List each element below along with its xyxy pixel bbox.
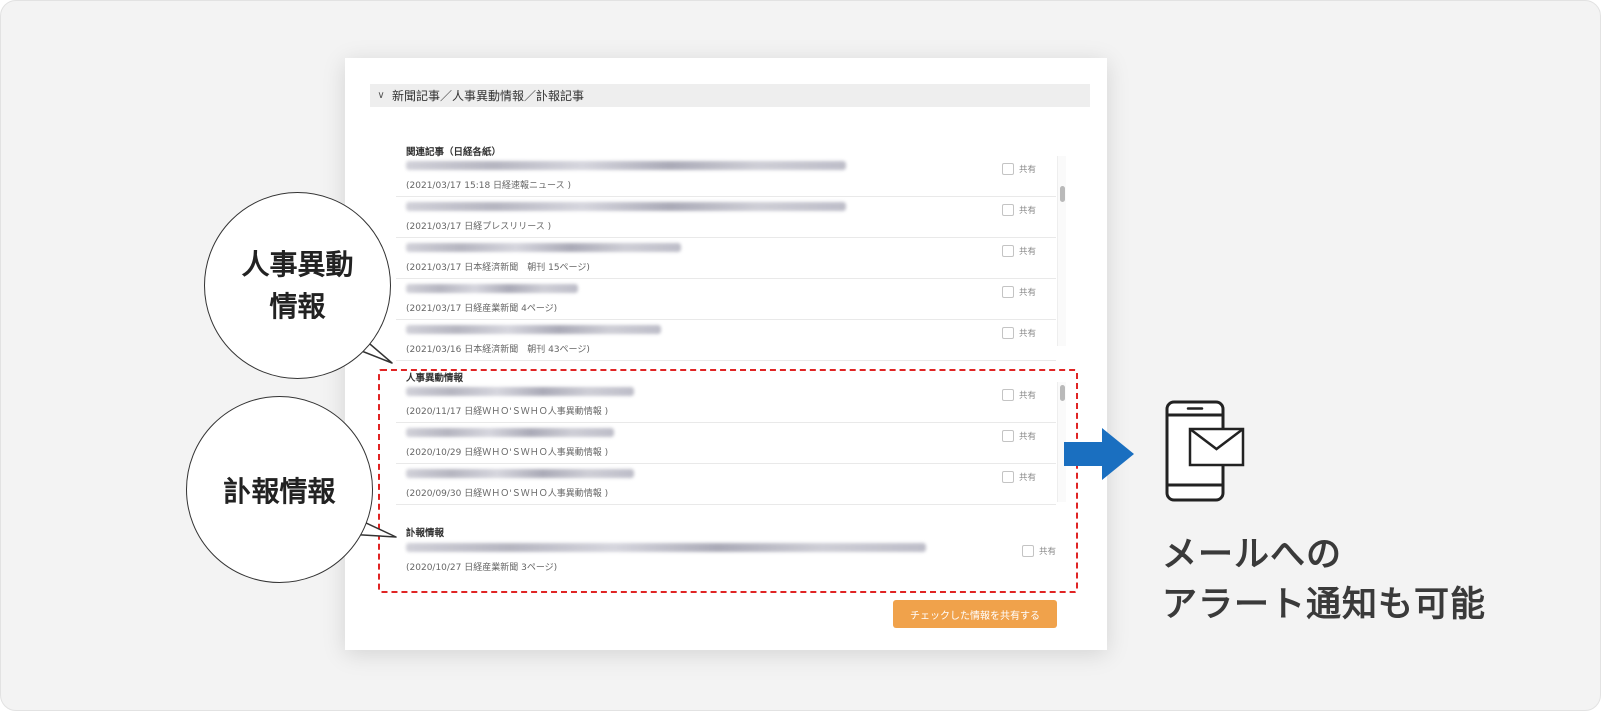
section-title: 新聞記事／人事異動情報／訃報記事 (392, 89, 585, 103)
bubble-personnel-line1: 人事異動 (241, 247, 354, 281)
notice-text: メールへの アラート通知も可能 (1162, 530, 1486, 630)
blurred-article-title[interactable] (406, 202, 846, 211)
notice-line1: メールへの (1162, 535, 1343, 575)
list-item[interactable]: (2021/03/16 日本経済新聞 朝刊 43ページ) 共有 (396, 320, 1056, 361)
list-item[interactable]: (2021/03/17 日本経済新聞 朝刊 15ページ) 共有 (396, 238, 1056, 279)
share-label: 共有 (1018, 247, 1036, 257)
article-meta: (2021/03/17 日経産業新聞 4ページ) (406, 304, 558, 314)
list-item[interactable]: (2021/03/17 15:18 日経速報ニュース ) 共有 (396, 156, 1056, 197)
bubble-personnel-line2: 情報 (269, 289, 326, 323)
share-checkbox[interactable] (1001, 163, 1014, 175)
share-checkbox[interactable] (1001, 327, 1014, 339)
list-item[interactable]: (2021/03/17 日経産業新聞 4ページ) 共有 (396, 279, 1056, 320)
chevron-down-icon[interactable]: ∨ (370, 90, 392, 101)
share-label: 共有 (1018, 165, 1036, 175)
arrow-right-icon (1064, 428, 1134, 480)
share-checked-button[interactable]: チェックした情報を共有する (893, 600, 1057, 628)
notice-line2: アラート通知も可能 (1162, 585, 1487, 625)
article-meta: (2021/03/17 日本経済新聞 朝刊 15ページ) (406, 263, 590, 273)
section-header[interactable]: ∨ 新聞記事／人事異動情報／訃報記事 (370, 84, 1090, 107)
share-label: 共有 (1018, 288, 1036, 298)
share-toggle[interactable]: 共有 (1001, 245, 1036, 257)
bubble-obituary: 訃報情報 (186, 396, 373, 583)
list-item[interactable]: (2021/03/17 日経プレスリリース ) 共有 (396, 197, 1056, 238)
blurred-article-title[interactable] (406, 284, 578, 293)
share-checkbox[interactable] (1001, 245, 1014, 257)
share-toggle[interactable]: 共有 (1001, 286, 1036, 298)
blurred-article-title[interactable] (406, 161, 846, 170)
share-toggle[interactable]: 共有 (1001, 204, 1036, 216)
highlight-box (378, 369, 1078, 593)
share-checkbox[interactable] (1001, 204, 1014, 216)
related-articles-list: (2021/03/17 15:18 日経速報ニュース ) 共有 (2021/03… (396, 156, 1056, 361)
bubble-obituary-label: 訃報情報 (223, 474, 336, 508)
article-meta: (2021/03/17 日経プレスリリース ) (406, 222, 552, 232)
scrollbar-thumb[interactable] (1060, 186, 1065, 202)
share-toggle[interactable]: 共有 (1001, 163, 1036, 175)
share-toggle[interactable]: 共有 (1001, 327, 1036, 339)
smartphone-mail-icon (1165, 400, 1245, 502)
share-checkbox[interactable] (1001, 286, 1014, 298)
share-label: 共有 (1018, 329, 1036, 339)
article-meta: (2021/03/17 15:18 日経速報ニュース ) (406, 181, 571, 191)
blurred-article-title[interactable] (406, 243, 681, 252)
article-meta: (2021/03/16 日本経済新聞 朝刊 43ページ) (406, 345, 590, 355)
bubble-personnel: 人事異動 情報 (204, 192, 391, 379)
blurred-article-title[interactable] (406, 325, 661, 334)
share-label: 共有 (1018, 206, 1036, 216)
related-scrollbar[interactable] (1057, 156, 1066, 346)
